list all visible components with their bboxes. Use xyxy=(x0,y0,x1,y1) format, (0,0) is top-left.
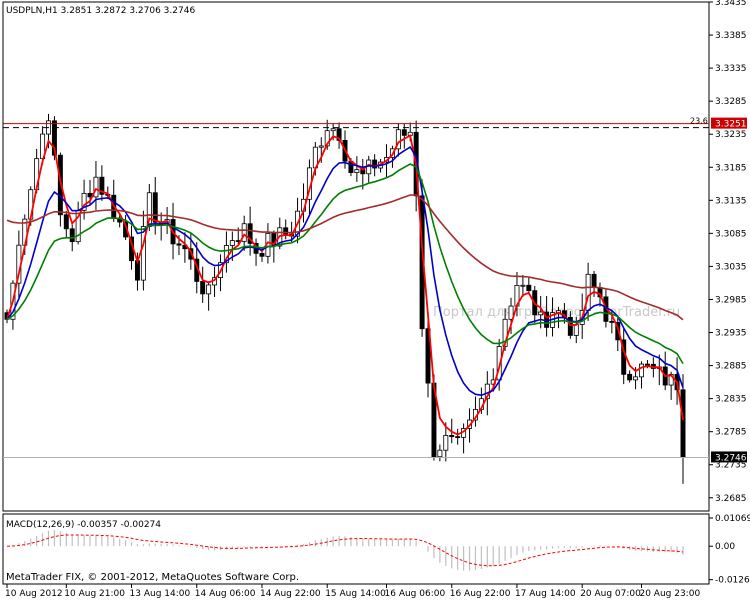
candle-body xyxy=(633,376,639,381)
macd-y-tick-label: 0.01069 xyxy=(715,514,750,524)
fib-price-label: 3.3251 xyxy=(715,120,747,130)
price-axis: 3.3435 3.3385 3.3335 3.3285 3.3235 3.3185 3.31… xyxy=(709,0,747,504)
candle-body xyxy=(176,243,182,246)
trading-chart: Портал для трейдеров - ForTrader.ru 3.34… xyxy=(2,0,750,599)
y-tick-label: 3.2685 xyxy=(715,494,747,504)
y-tick-label: 3.2835 xyxy=(715,395,747,405)
main-chart-frame xyxy=(2,1,710,512)
y-tick-label: 3.3135 xyxy=(715,196,747,206)
current-price-label: 3.2746 xyxy=(715,453,747,463)
candle-body xyxy=(354,169,360,173)
x-tick-label: 10 Aug 21:00 xyxy=(64,589,125,599)
candle-body xyxy=(69,228,75,243)
x-tick-label: 20 Aug 07:00 xyxy=(580,589,641,599)
y-tick-label: 3.2885 xyxy=(715,362,747,372)
x-tick-label: 14 Aug 06:00 xyxy=(195,589,256,599)
y-tick-label: 3.3185 xyxy=(715,163,747,173)
fib-level-label: 23.6 xyxy=(690,117,708,126)
candle-body xyxy=(639,363,644,378)
macd-y-tick-label: -0.01266 xyxy=(715,576,750,586)
candle-body xyxy=(152,192,158,223)
candle-body xyxy=(401,129,407,136)
candle-body xyxy=(259,252,265,257)
x-tick-label: 15 Aug 14:00 xyxy=(325,589,386,599)
y-tick-label: 3.2785 xyxy=(715,428,747,438)
y-tick-label: 3.3335 xyxy=(715,64,747,74)
x-tick-label: 16 Aug 06:00 xyxy=(385,589,446,599)
candle-body xyxy=(627,373,633,381)
copyright-text: MetaTrader FIX, © 2001-2012, MetaQuotes … xyxy=(6,572,299,583)
y-tick-label: 3.2935 xyxy=(715,329,747,339)
candle-body xyxy=(538,311,544,316)
candle-body xyxy=(206,284,212,295)
candle-body xyxy=(680,389,686,458)
x-tick-label: 14 Aug 22:00 xyxy=(260,589,321,599)
candle-body xyxy=(644,363,650,366)
candle-body xyxy=(526,284,532,292)
y-tick-label: 3.3385 xyxy=(715,31,747,41)
candle-body xyxy=(573,324,579,336)
y-tick-label: 3.3085 xyxy=(715,229,747,239)
x-tick-label: 13 Aug 14:00 xyxy=(130,589,191,599)
candle-body xyxy=(449,435,455,438)
candle-body xyxy=(229,240,235,246)
candle-body xyxy=(591,273,597,288)
candle-body xyxy=(330,128,336,132)
x-tick-label: 17 Aug 14:00 xyxy=(515,589,576,599)
chart-title: USDPLN,H1 3.2851 3.2872 3.2706 3.2746 xyxy=(6,6,195,16)
candle-body xyxy=(200,281,206,295)
candle-body xyxy=(609,320,615,323)
time-axis: 10 Aug 2012 10 Aug 21:00 13 Aug 14:00 14 Au… xyxy=(5,584,700,599)
candle-body xyxy=(318,145,324,148)
candle-body xyxy=(520,284,526,287)
y-tick-label: 3.2985 xyxy=(715,295,747,305)
y-tick-label: 3.3435 xyxy=(715,0,747,8)
candle-body xyxy=(443,435,449,451)
candle-body xyxy=(63,214,69,230)
x-tick-label: 16 Aug 22:00 xyxy=(450,589,511,599)
macd-y-tick-label: 0.00 xyxy=(715,542,735,552)
y-tick-label: 3.3035 xyxy=(715,262,747,272)
candle-body xyxy=(437,449,443,458)
candle-body xyxy=(585,273,591,311)
y-tick-label: 3.3235 xyxy=(715,130,747,140)
y-tick-label: 3.3285 xyxy=(715,97,747,107)
candle-body xyxy=(455,436,461,439)
macd-title: MACD(12,26,9) -0.00357 -0.00274 xyxy=(6,520,161,530)
x-tick-label: 20 Aug 23:00 xyxy=(639,589,700,599)
x-tick-label: 10 Aug 2012 xyxy=(5,589,63,599)
